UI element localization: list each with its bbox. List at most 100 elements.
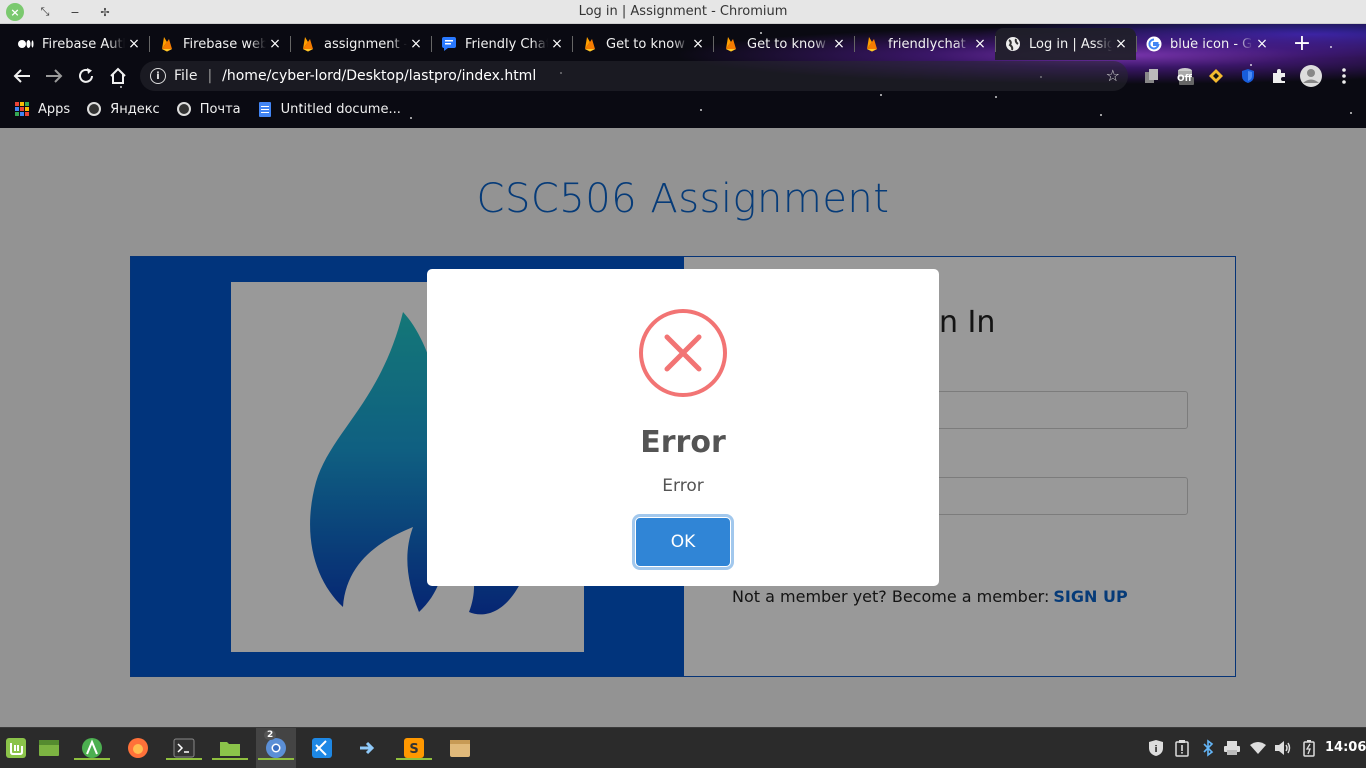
extension-shield-icon[interactable] [1237,65,1259,87]
url-text[interactable]: /home/cyber-lord/Desktop/lastpro/index.h… [222,68,536,84]
firebase-icon [582,36,598,52]
browser-chrome: Firebase Auth × Firebase web × assignmen… [0,24,1366,128]
address-bar[interactable]: i File | /home/cyber-lord/Desktop/lastpr… [140,61,1128,91]
tab-get-to-know-2[interactable]: Get to know × [713,28,854,60]
tab-title: Friendly Chat [465,36,548,52]
tab-blue-icon-search[interactable]: blue icon - Go × [1136,28,1277,60]
android-studio-icon[interactable] [74,736,110,760]
tab-title: Log in | Assig [1029,36,1112,52]
off-badge: Off [1177,74,1192,84]
firebase-icon [159,36,175,52]
extension-copy-icon[interactable] [1141,65,1163,87]
tab-close-icon[interactable]: × [1112,36,1130,52]
tab-title: blue icon - Go [1170,36,1253,52]
extension-off-icon[interactable]: Off [1172,65,1198,87]
wifi-icon[interactable] [1248,738,1268,758]
tab-assignment[interactable]: assignment - × [290,28,431,60]
printer-icon[interactable] [1222,738,1242,758]
forward-arrow-icon[interactable] [42,64,66,88]
firebase-icon [723,36,739,52]
home-icon[interactable] [106,64,130,88]
url-separator: | [207,68,213,84]
globe-icon [1005,36,1021,52]
bluetooth-icon[interactable] [1198,738,1218,758]
google-icon [1146,36,1162,52]
show-desktop-icon[interactable] [37,736,61,760]
vscode-icon[interactable] [310,736,334,760]
new-tab-plus-icon[interactable]: + [1288,29,1316,57]
kdeconnect-icon[interactable] [356,736,380,760]
tab-friendlychat[interactable]: friendlychat - × [854,28,995,60]
tab-get-to-know-1[interactable]: Get to know × [572,28,713,60]
reload-icon[interactable] [74,64,98,88]
tab-firebase-auth[interactable]: Firebase Auth × [8,28,149,60]
url-scheme-label: File [174,68,198,84]
taskbar: 2 S i 14:06 [0,727,1366,768]
tab-firebase-web[interactable]: Firebase web × [149,28,290,60]
tab-close-icon[interactable]: × [1253,36,1271,52]
bookmark-label: Apps [38,101,71,117]
bookmarks-bar: Apps Яндекс Почта Untitled docume... [0,94,1366,124]
archive-manager-icon[interactable] [448,736,472,760]
window-count-badge: 2 [264,730,277,740]
tab-title: Firebase Auth [42,36,125,52]
bookmark-star-icon[interactable]: ☆ [1106,66,1120,85]
tab-friendly-chat[interactable]: Friendly Chat × [431,28,572,60]
chromium-icon[interactable]: 2 [258,730,294,760]
ok-button[interactable]: OK [635,517,731,567]
sublime-text-icon[interactable]: S [396,736,432,760]
tab-close-icon[interactable]: × [548,36,566,52]
medium-icon [18,36,34,52]
page-viewport: CSC506 Assignment Sign In Not a member y… [0,128,1366,727]
chat-icon [441,36,457,52]
google-doc-icon [257,101,273,117]
volume-icon[interactable] [1273,738,1293,758]
back-arrow-icon[interactable] [10,64,34,88]
error-x-icon [639,309,727,397]
bookmark-yandex[interactable]: Яндекс [86,101,160,117]
menu-kebab-icon[interactable] [1333,65,1355,87]
window-titlebar: × ⤡ − ✢ Log in | Assignment - Chromium [0,0,1366,24]
apps-grid-icon [14,101,30,117]
profile-avatar-icon[interactable] [1300,65,1322,87]
clock[interactable]: 14:06 [1325,740,1366,755]
bookmark-untitled-doc[interactable]: Untitled docume... [257,101,401,117]
bookmark-apps[interactable]: Apps [14,101,70,117]
browser-toolbar: i File | /home/cyber-lord/Desktop/lastpr… [0,60,1366,92]
tab-close-icon[interactable]: × [830,36,848,52]
tab-title: Get to know [606,36,685,52]
dialog-message: Error [662,476,704,496]
battery-icon[interactable] [1299,738,1319,758]
tab-strip: Firebase Auth × Firebase web × assignmen… [8,28,1277,60]
mint-menu-icon[interactable] [4,736,28,760]
terminal-icon[interactable] [166,736,202,760]
tab-title: assignment - [324,36,407,52]
files-folder-icon[interactable] [212,736,248,760]
window-title: Log in | Assignment - Chromium [578,4,788,19]
tab-close-icon[interactable]: × [407,36,425,52]
firebase-icon [300,36,316,52]
tab-login-active[interactable]: Log in | Assig × [995,28,1136,60]
info-icon[interactable]: i [150,68,166,84]
tab-title: Get to know [747,36,826,52]
globe-icon [176,101,192,117]
firefox-icon[interactable] [126,736,150,760]
tab-close-icon[interactable]: × [689,36,707,52]
bookmark-label: Почта [199,101,241,117]
svg-text:S: S [409,742,418,757]
tab-close-icon[interactable]: × [971,36,989,52]
firebase-icon [864,36,880,52]
tab-close-icon[interactable]: × [266,36,284,52]
bookmark-pochta[interactable]: Почта [176,101,241,117]
shield-tray-icon[interactable]: i [1146,738,1166,758]
tab-title: friendlychat - [888,36,971,52]
bookmark-label: Untitled docume... [280,101,401,117]
bookmark-label: Яндекс [110,101,160,117]
globe-icon [86,101,102,117]
extension-binance-icon[interactable] [1205,65,1227,87]
tab-title: Firebase web [183,36,266,52]
extensions-puzzle-icon[interactable] [1268,65,1290,87]
dialog-title: Error [640,425,726,460]
update-manager-icon[interactable] [1172,738,1192,758]
tab-close-icon[interactable]: × [125,36,143,52]
